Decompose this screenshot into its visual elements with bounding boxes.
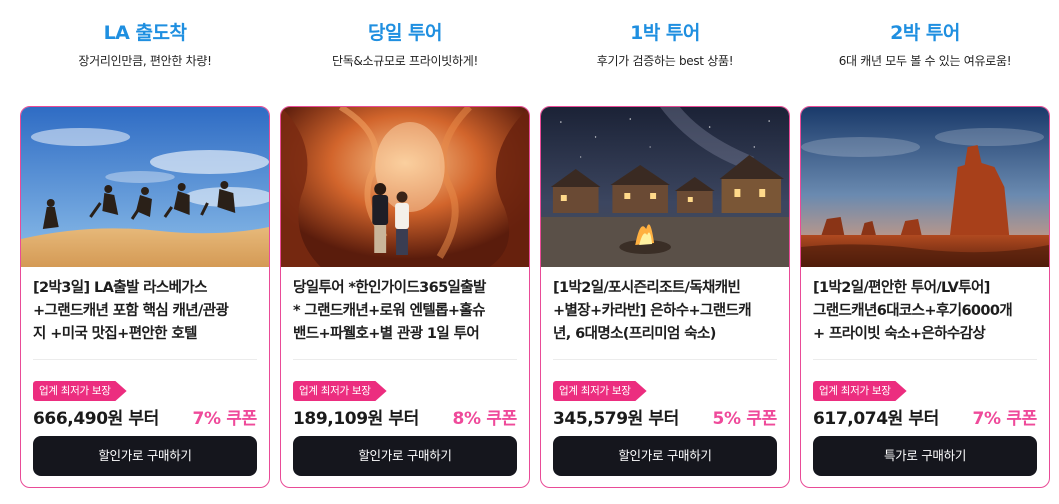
product-title[interactable]: [1박2일/포시즌리조트/독채캐빈 +별장+카라반] 은하수+그랜드캐 년, 6… (553, 277, 779, 346)
buy-button[interactable]: 할인가로 구매하기 (293, 436, 517, 476)
product-price: 189,109원 부터 (293, 409, 419, 429)
buy-button[interactable]: 특가로 구매하기 (813, 436, 1037, 476)
divider (553, 359, 777, 360)
tour-photo-sand-dunes[interactable] (21, 107, 269, 267)
product-card[interactable]: 당일투어 *한인가이드365일출발 * 그랜드캐년+로워 엔텔롭+홀슈 밴드+파… (280, 106, 530, 488)
product-price: 666,490원 부터 (33, 409, 159, 429)
category-title: 1박 투어 (630, 22, 700, 44)
category-title: 당일 투어 (367, 22, 443, 44)
product-card[interactable]: [1박2일/편안한 투어/LV투어] 그랜드캐년6대코스+후기6000개 + 프… (800, 106, 1050, 488)
product-title[interactable]: 당일투어 *한인가이드365일출발 * 그랜드캐년+로워 엔텔롭+홀슈 밴드+파… (293, 277, 519, 346)
tour-photo-antelope-canyon[interactable] (281, 107, 529, 267)
coupon-label[interactable]: 7% 쿠폰 (972, 404, 1037, 429)
category-subtitle: 6대 캐년 모두 볼 수 있는 여유로움! (838, 54, 1012, 68)
category-header: 2박 투어 6대 캐년 모두 볼 수 있는 여유로움! (800, 20, 1050, 70)
coupon-label[interactable]: 5% 쿠폰 (712, 404, 777, 429)
category-header: 1박 투어 후기가 검증하는 best 상품! (540, 20, 790, 70)
lowest-price-badge: 업계 최저가 보장 (33, 381, 127, 401)
divider (33, 359, 257, 360)
product-price: 345,579원 부터 (553, 409, 679, 429)
divider (813, 359, 1037, 360)
product-title[interactable]: [1박2일/편안한 투어/LV투어] 그랜드캐년6대코스+후기6000개 + 프… (813, 277, 1039, 346)
lowest-price-badge: 업계 최저가 보장 (813, 381, 907, 401)
category-title: 2박 투어 (890, 22, 960, 44)
category-title: LA 출도착 (103, 22, 187, 44)
coupon-label[interactable]: 7% 쿠폰 (192, 404, 257, 429)
category-header: LA 출도착 장거리인만큼, 편안한 차량! (20, 20, 270, 70)
tour-photo-monument-valley[interactable] (801, 107, 1049, 267)
product-price: 617,074원 부터 (813, 409, 939, 429)
buy-button[interactable]: 할인가로 구매하기 (33, 436, 257, 476)
product-card[interactable]: [2박3일] LA출발 라스베가스 +그랜드캐년 포함 핵심 캐년/관광 지 +… (20, 106, 270, 488)
lowest-price-badge: 업계 최저가 보장 (293, 381, 387, 401)
category-header: 당일 투어 단독&소규모로 프라이빗하게! (280, 20, 530, 70)
tour-photo-cabin-resort-night[interactable] (541, 107, 789, 267)
category-subtitle: 단독&소규모로 프라이빗하게! (332, 54, 478, 68)
product-card[interactable]: [1박2일/포시즌리조트/독채캐빈 +별장+카라반] 은하수+그랜드캐 년, 6… (540, 106, 790, 488)
lowest-price-badge: 업계 최저가 보장 (553, 381, 647, 401)
coupon-label[interactable]: 8% 쿠폰 (452, 404, 517, 429)
category-subtitle: 후기가 검증하는 best 상품! (596, 54, 734, 68)
divider (293, 359, 517, 360)
product-title[interactable]: [2박3일] LA출발 라스베가스 +그랜드캐년 포함 핵심 캐년/관광 지 +… (33, 277, 259, 346)
category-subtitle: 장거리인만큼, 편안한 차량! (78, 54, 212, 68)
buy-button[interactable]: 할인가로 구매하기 (553, 436, 777, 476)
